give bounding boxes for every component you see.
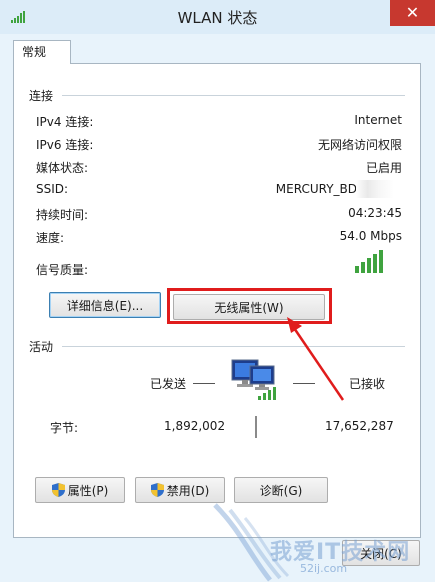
- wlan-status-window: WLAN 状态 ✕ 常规 连接 IPv4 连接: Internet IPv6 连…: [0, 0, 435, 582]
- ssid-redaction: [356, 180, 394, 198]
- speed-value: 54.0 Mbps: [339, 229, 402, 243]
- connection-divider: [62, 95, 405, 96]
- connection-header: 连接: [29, 89, 54, 103]
- shield-icon: [51, 483, 65, 497]
- ipv6-label: IPv6 连接:: [36, 138, 94, 152]
- ipv4-label: IPv4 连接:: [36, 115, 94, 129]
- bytes-divider: [255, 416, 257, 438]
- bytes-received-value: 17,652,287: [325, 419, 394, 433]
- properties-button[interactable]: 属性(P): [35, 477, 125, 503]
- close-window-button[interactable]: ✕: [390, 0, 435, 26]
- duration-value: 04:23:45: [348, 206, 402, 220]
- bytes-label: 字节:: [50, 421, 79, 435]
- signal-quality-label: 信号质量:: [36, 263, 89, 277]
- activity-header: 活动: [29, 340, 54, 354]
- window-title: WLAN 状态: [177, 9, 258, 27]
- ipv4-value: Internet: [354, 113, 402, 127]
- speed-label: 速度:: [36, 231, 65, 245]
- received-label: 已接收: [349, 377, 386, 391]
- received-dash: [293, 383, 315, 384]
- network-computers-icon: [231, 359, 276, 400]
- media-state-label: 媒体状态:: [36, 161, 89, 175]
- ssid-label: SSID:: [36, 182, 69, 196]
- sent-dash: [193, 383, 215, 384]
- signal-strength-icon: [355, 250, 383, 273]
- details-button[interactable]: 详细信息(E)...: [49, 292, 161, 318]
- bytes-sent-value: 1,892,002: [164, 419, 226, 433]
- activity-divider: [62, 346, 405, 347]
- properties-button-label: 属性(P): [67, 484, 109, 498]
- sent-label: 已发送: [150, 377, 187, 391]
- disable-button-label: 禁用(D): [166, 484, 210, 498]
- duration-label: 持续时间:: [36, 208, 89, 222]
- tab-general[interactable]: 常规: [13, 40, 71, 64]
- ssid-value: MERCURY_BD: [275, 182, 357, 196]
- ipv6-value: 无网络访问权限: [317, 138, 402, 152]
- watermark-url: 52ij.com: [300, 562, 348, 575]
- media-state-value: 已启用: [365, 161, 402, 175]
- title-bar[interactable]: WLAN 状态 ✕: [0, 0, 435, 34]
- shield-icon: [150, 483, 164, 497]
- annotation-highlight-box: [167, 288, 332, 324]
